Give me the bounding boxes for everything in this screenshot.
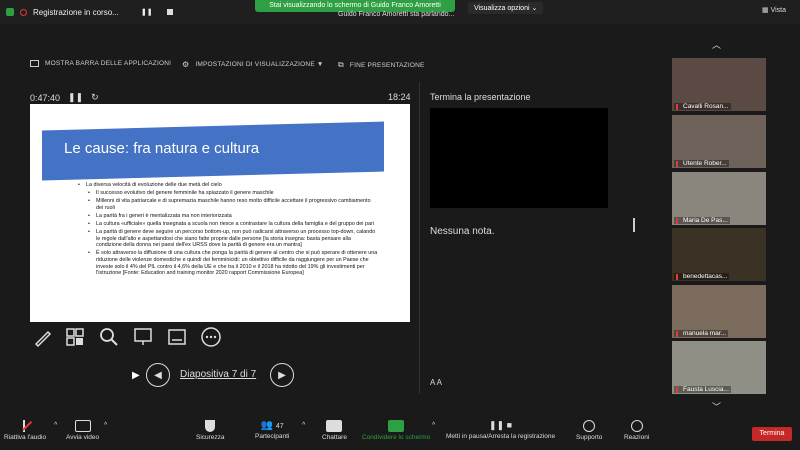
display-settings-button[interactable]: ⚙ IMPOSTAZIONI DI VISUALIZZAZIONE ▼	[182, 60, 324, 69]
support-button[interactable]: Supporto	[576, 420, 602, 441]
pen-icon[interactable]	[32, 326, 54, 348]
muted-mic-icon	[22, 420, 32, 432]
support-icon	[583, 420, 596, 432]
chevron-up-icon[interactable]: ︿	[712, 38, 721, 51]
muted-mic-icon	[676, 217, 681, 224]
zoom-icon[interactable]	[98, 326, 120, 348]
pause-recording-button[interactable]: ❚❚ ■ Metti in pausa/Arresta la registraz…	[446, 420, 555, 440]
video-options-caret[interactable]: ^	[104, 422, 107, 429]
start-video-button[interactable]: Avvia video	[66, 420, 99, 441]
participants-button[interactable]: 👥 47 Partecipanti	[255, 420, 289, 440]
view-button[interactable]: ▦ Vista	[762, 6, 786, 14]
slide-bullet: Millenni di vita patriarcale e di suprem…	[88, 198, 378, 211]
slide-bullet: È solo attraverso la diffusione di una c…	[88, 250, 378, 276]
more-options-icon[interactable]	[200, 326, 222, 348]
end-show-button[interactable]: ⧉ FINE PRESENTAZIONE	[338, 60, 425, 70]
next-slide-preview	[430, 108, 608, 208]
audio-options-caret[interactable]: ^	[54, 422, 57, 429]
end-meeting-button[interactable]: Termina	[752, 427, 792, 441]
stop-icon[interactable]	[166, 9, 173, 15]
clock: 18:24	[388, 92, 411, 102]
slide-counter[interactable]: Diapositiva 7 di 7	[180, 369, 256, 380]
slide-bullet: La parità di genere deve seguire un perc…	[88, 229, 378, 249]
recording-label: Registrazione in corso...	[33, 7, 119, 17]
participant-name: Maria De Pas...	[683, 217, 728, 224]
panel-divider	[419, 82, 420, 394]
slide-main-bullet: La diversa velocità di evoluzione delle …	[78, 182, 378, 189]
current-slide: Le cause: fra natura e cultura La divers…	[30, 104, 410, 322]
elapsed-time: 0:47:40	[30, 92, 61, 103]
pause-stop-icon: ❚❚ ■	[489, 420, 513, 430]
slide-title: Le cause: fra natura e cultura	[64, 140, 260, 157]
participant-tile[interactable]: Utente Rober...	[672, 115, 766, 168]
taskbar-icon	[30, 60, 39, 67]
security-button[interactable]: Sicurezza	[196, 420, 225, 441]
speaking-indicator: Guido Franco Amoretti sta parlando...	[338, 11, 455, 18]
participant-name: Utente Rober...	[683, 160, 727, 167]
slides-grid-icon[interactable]	[64, 326, 86, 348]
video-off-icon	[74, 420, 91, 432]
subtitles-icon[interactable]	[166, 326, 188, 348]
share-screen-icon	[388, 420, 405, 432]
muted-mic-icon	[676, 273, 681, 280]
view-options-button[interactable]: Visualizza opzioni ⌄	[468, 2, 544, 14]
screen-draw-icon[interactable]	[132, 326, 154, 348]
muted-mic-icon	[676, 386, 681, 393]
participant-tile[interactable]: benedettacas...	[672, 228, 766, 281]
recording-indicator[interactable]: Registrazione in corso... ❚❚	[6, 3, 173, 21]
participant-name: Fausta Luscia...	[683, 386, 729, 393]
participant-tile[interactable]: Maria De Pas...	[672, 172, 766, 225]
elapsed-timer: 0:47:40 ❚❚ ↻	[30, 92, 99, 103]
settings-icon: ⚙	[182, 60, 190, 69]
chevron-left-icon: ◀	[154, 369, 162, 381]
muted-mic-icon	[676, 160, 681, 167]
participant-tile[interactable]: Cavalli Rosan...	[672, 58, 766, 111]
participant-name: Cavalli Rosan...	[683, 103, 729, 110]
chat-icon	[326, 420, 343, 432]
mouse-cursor-icon: ▶	[132, 370, 140, 381]
chevron-right-icon: ▶	[278, 369, 286, 381]
pause-icon[interactable]: ❚❚	[141, 8, 153, 16]
reactions-button[interactable]: Reazioni	[624, 420, 649, 441]
slide-bullet: La parità fra i generi è mentalizzata ma…	[88, 213, 378, 220]
chevron-down-icon[interactable]: ﹀	[712, 400, 721, 413]
end-show-icon: ⧉	[338, 60, 344, 69]
slide-bullet: Il successo evolutivo del genere femmini…	[88, 190, 378, 197]
participant-name: manuela mar...	[683, 330, 726, 337]
share-options-caret[interactable]: ^	[432, 422, 435, 429]
unmute-button[interactable]: Riattiva l'audio	[4, 420, 46, 441]
muted-mic-icon	[676, 103, 681, 110]
muted-mic-icon	[676, 330, 681, 337]
slide-bullet: La cultura «ufficiale» quella insegnata …	[88, 221, 378, 228]
share-screen-button[interactable]: Condividere lo schermo	[362, 420, 430, 441]
chat-button[interactable]: Chattare	[322, 420, 347, 441]
shield-icon	[205, 420, 216, 432]
notes-text: Nessuna nota.	[430, 226, 495, 237]
end-presentation-label[interactable]: Termina la presentazione	[430, 92, 531, 102]
participant-name: benedettacas...	[683, 273, 728, 280]
participants-options-caret[interactable]: ^	[302, 422, 305, 429]
slide-body: La diversa velocità di evoluzione delle …	[78, 182, 378, 278]
smiley-icon	[630, 420, 643, 432]
notes-scrollbar[interactable]	[633, 218, 635, 232]
participant-tile[interactable]: manuela mar...	[672, 285, 766, 338]
font-size-buttons[interactable]: A A	[430, 378, 442, 387]
participants-count: 47	[275, 423, 284, 430]
participants-icon: 👥 47	[260, 420, 284, 431]
reset-timer-icon[interactable]: ↻	[91, 92, 99, 103]
participant-tile[interactable]: Fausta Luscia...	[672, 341, 766, 394]
previous-slide-button[interactable]: ◀	[146, 363, 170, 387]
record-icon	[20, 8, 27, 16]
shield-icon	[6, 8, 14, 16]
pause-timer-icon[interactable]: ❚❚	[68, 92, 83, 103]
next-slide-button[interactable]: ▶	[270, 363, 294, 387]
taskbar-button[interactable]: MOSTRA BARRA DELLE APPLICAZIONI	[30, 60, 171, 67]
